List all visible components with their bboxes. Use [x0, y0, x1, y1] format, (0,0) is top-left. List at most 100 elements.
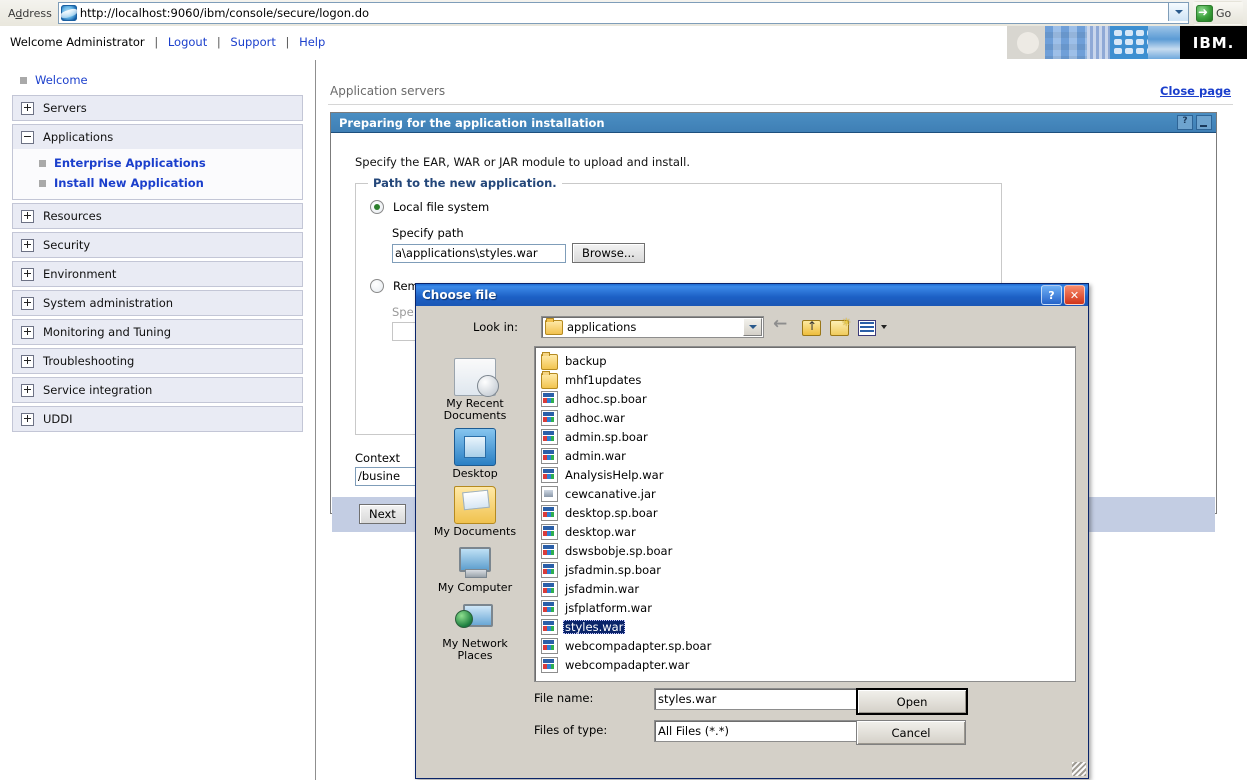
close-page-link[interactable]: Close page	[1160, 84, 1231, 98]
plus-icon[interactable]	[21, 209, 34, 223]
sidebar-item-install-new-application[interactable]: Install New Application	[13, 173, 302, 193]
sidebar-group-monitoring-and-tuning[interactable]: Monitoring and Tuning	[12, 319, 303, 345]
sidebar-group-troubleshooting-label: Troubleshooting	[43, 354, 135, 368]
help-link[interactable]: Help	[299, 35, 325, 49]
place-desktop[interactable]: Desktop	[427, 428, 523, 480]
radio-local-icon[interactable]	[370, 200, 384, 214]
file-name-value: styles.war	[658, 692, 717, 706]
sidebar-item-welcome[interactable]: Welcome	[12, 70, 303, 95]
sidebar-group-service-integration-header[interactable]: Service integration	[13, 378, 302, 402]
list-item-selected[interactable]: styles.war	[539, 617, 741, 636]
plus-icon[interactable]	[21, 267, 34, 281]
place-my-computer[interactable]: My Computer	[427, 544, 523, 594]
sidebar-group-environment-header[interactable]: Environment	[13, 262, 302, 286]
list-item[interactable]: cewcanative.jar	[539, 484, 741, 503]
minus-icon[interactable]	[21, 130, 34, 144]
choose-file-dialog: Choose file ? ✕ Look in: applications ← …	[415, 283, 1089, 779]
plus-icon[interactable]	[21, 296, 34, 310]
open-button[interactable]: Open	[856, 688, 968, 715]
sidebar-group-troubleshooting-header[interactable]: Troubleshooting	[13, 349, 302, 373]
list-item[interactable]: adhoc.sp.boar	[539, 389, 741, 408]
list-item[interactable]: backup	[539, 351, 741, 370]
file-list[interactable]: backup mhf1updates adhoc.sp.boar adhoc.w…	[534, 346, 1076, 682]
go-button[interactable]: Go	[1193, 1, 1243, 25]
list-item[interactable]: desktop.war	[539, 522, 741, 541]
list-item[interactable]: jsfadmin.war	[539, 579, 741, 598]
sidebar-group-environment[interactable]: Environment	[12, 261, 303, 287]
dialog-close-button[interactable]: ✕	[1064, 285, 1085, 305]
place-my-documents[interactable]: My Documents	[427, 486, 523, 538]
place-my-network-places-label: My Network Places	[442, 637, 508, 662]
logout-link[interactable]: Logout	[168, 35, 207, 49]
list-item[interactable]: webcompadapter.war	[539, 655, 741, 674]
address-input[interactable]: http://localhost:9060/ibm/console/secure…	[57, 2, 1189, 24]
list-item[interactable]: webcompadapter.sp.boar	[539, 636, 741, 655]
support-link[interactable]: Support	[230, 35, 275, 49]
radio-remote-icon[interactable]	[370, 279, 384, 293]
banner-link-row: Welcome Administrator | Logout | Support…	[10, 35, 325, 49]
cancel-button[interactable]: Cancel	[856, 720, 966, 745]
sidebar-item-enterprise-applications[interactable]: Enterprise Applications	[13, 153, 302, 173]
sidebar-group-servers[interactable]: Servers	[12, 95, 303, 121]
sidebar-group-uddi-header[interactable]: UDDI	[13, 407, 302, 431]
up-one-level-icon[interactable]	[802, 319, 821, 336]
look-in-dropdown-button[interactable]	[743, 318, 762, 336]
address-dropdown-button[interactable]	[1168, 3, 1188, 21]
files-of-type-value: All Files (*.*)	[658, 724, 729, 738]
sidebar-group-applications[interactable]: Applications Enterprise Applications Ins…	[12, 124, 303, 200]
sidebar-group-system-administration-header[interactable]: System administration	[13, 291, 302, 315]
sidebar-group-security-header[interactable]: Security	[13, 233, 302, 257]
views-dropdown-icon[interactable]	[881, 324, 887, 329]
plus-icon[interactable]	[21, 238, 34, 252]
list-item[interactable]: AnalysisHelp.war	[539, 465, 741, 484]
list-item[interactable]: admin.sp.boar	[539, 427, 741, 446]
ibm-logo-block: IBM.	[1180, 26, 1247, 59]
sidebar-group-troubleshooting[interactable]: Troubleshooting	[12, 348, 303, 374]
sidebar-group-resources-header[interactable]: Resources	[13, 204, 302, 228]
sidebar-group-uddi[interactable]: UDDI	[12, 406, 303, 432]
sidebar-group-service-integration[interactable]: Service integration	[12, 377, 303, 403]
dialog-title-buttons: ? ✕	[1041, 285, 1085, 305]
portlet-titlebar: Preparing for the application installati…	[331, 113, 1216, 133]
bullet-square-icon	[20, 76, 27, 84]
plus-icon[interactable]	[21, 354, 34, 368]
list-item[interactable]: adhoc.war	[539, 408, 741, 427]
sidebar-group-system-administration[interactable]: System administration	[12, 290, 303, 316]
next-button[interactable]: Next	[359, 504, 406, 524]
plus-icon[interactable]	[21, 101, 34, 115]
resize-grip[interactable]	[1072, 762, 1086, 776]
look-in-combobox[interactable]: applications	[541, 316, 764, 338]
sidebar-group-servers-header[interactable]: Servers	[13, 96, 302, 120]
sidebar-item-enterprise-applications-label[interactable]: Enterprise Applications	[54, 156, 206, 170]
radio-local-file-system[interactable]: Local file system	[370, 200, 1001, 214]
folder-icon	[545, 317, 563, 335]
place-my-recent-documents[interactable]: My Recent Documents	[427, 358, 523, 422]
sidebar-group-resources[interactable]: Resources	[12, 203, 303, 229]
list-item[interactable]: mhf1updates	[539, 370, 741, 389]
portlet-help-button[interactable]: ?	[1177, 115, 1193, 130]
list-item-label: mhf1updates	[565, 372, 642, 387]
sidebar-group-applications-header[interactable]: Applications	[13, 125, 302, 149]
dialog-help-button[interactable]: ?	[1041, 285, 1062, 305]
sidebar-item-install-new-application-label[interactable]: Install New Application	[54, 176, 204, 190]
views-icon[interactable]	[858, 319, 876, 336]
place-my-network-places[interactable]: My Network Places	[427, 600, 523, 662]
sidebar-group-security[interactable]: Security	[12, 232, 303, 258]
portlet-minimize-button[interactable]	[1196, 115, 1212, 130]
browse-button[interactable]: Browse...	[572, 243, 645, 263]
list-item[interactable]: jsfplatform.war	[539, 598, 741, 617]
plus-icon[interactable]	[21, 412, 34, 426]
list-item[interactable]: desktop.sp.boar	[539, 503, 741, 522]
sidebar-group-monitoring-and-tuning-header[interactable]: Monitoring and Tuning	[13, 320, 302, 344]
plus-icon[interactable]	[21, 325, 34, 339]
list-item[interactable]: dswsbobje.sp.boar	[539, 541, 741, 560]
list-item[interactable]: admin.war	[539, 446, 741, 465]
sidebar-item-welcome-label[interactable]: Welcome	[35, 73, 88, 87]
dialog-titlebar[interactable]: Choose file ? ✕	[416, 284, 1088, 306]
new-folder-icon[interactable]	[830, 316, 851, 336]
plus-icon[interactable]	[21, 383, 34, 397]
specify-path-input[interactable]: a\applications\styles.war	[392, 243, 566, 263]
list-item[interactable]: jsfadmin.sp.boar	[539, 560, 741, 579]
sidebar-group-uddi-label: UDDI	[43, 412, 73, 426]
back-icon[interactable]	[773, 314, 793, 336]
